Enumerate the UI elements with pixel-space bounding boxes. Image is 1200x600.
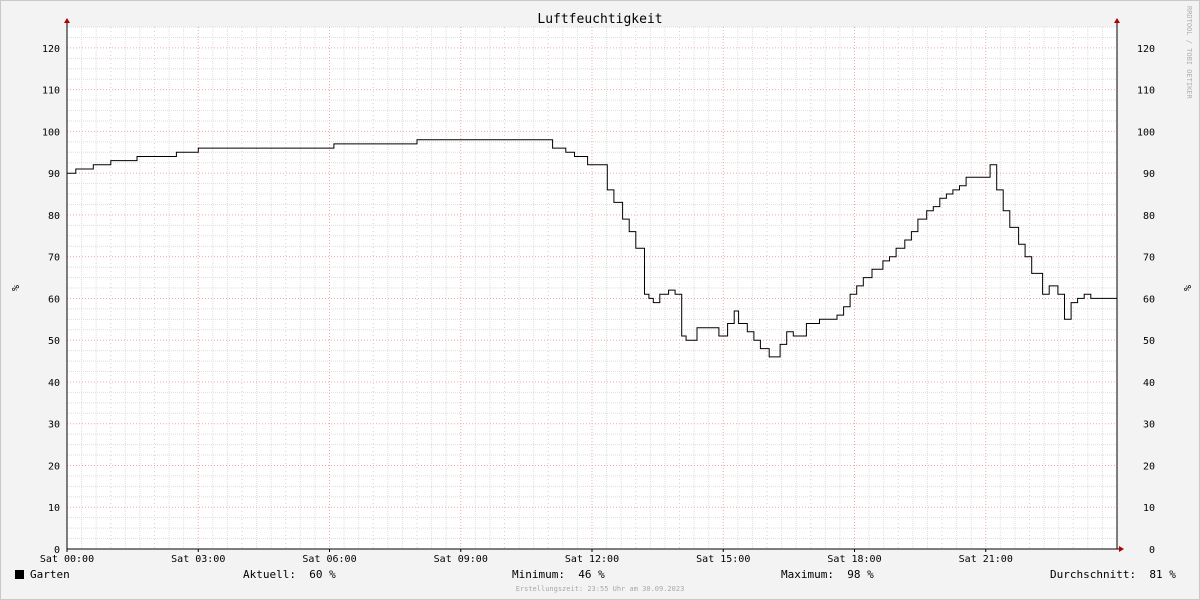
legend-average: Durchschnitt: 81 % — [1050, 568, 1176, 581]
y-tick-label: 120 — [1137, 44, 1155, 55]
y-tick-label: 110 — [1137, 86, 1155, 97]
y-tick-label: 40 — [1143, 378, 1155, 389]
humidity-chart: 0 10 20 30 40 50 60 70 80 90 100 110 120 0 10 20 30 40 50… — [9, 6, 1193, 565]
legend-max-label: Maximum: — [781, 568, 834, 581]
legend-current-value: 60 % — [309, 568, 336, 581]
legend-avg-label: Durchschnitt: — [1050, 568, 1137, 581]
y-tick-label: 90 — [1143, 169, 1155, 180]
y-tick-label: 110 — [42, 86, 60, 97]
x-tick-label: Sat 21:00 — [959, 554, 1013, 565]
y-tick-label: 20 — [1143, 461, 1155, 472]
y-tick-label: 50 — [48, 336, 60, 347]
chart-title: Luftfeuchtigkeit — [537, 12, 662, 27]
x-tick-label: Sat 06:00 — [302, 554, 356, 565]
y-tick-label: 70 — [48, 253, 60, 264]
y-tick-label: 100 — [1137, 127, 1155, 138]
y-axis-arrow-right — [1114, 18, 1120, 23]
legend-min-label: Minimum: — [512, 568, 565, 581]
rrdtool-credit: RRDTOOL / TOBI OETIKER — [1185, 6, 1193, 100]
y-tick-label: 70 — [1143, 253, 1155, 264]
y-tick-labels-left: 0102030405060708090100110120 — [42, 44, 60, 556]
y-tick-label: 10 — [48, 503, 60, 514]
x-axis-arrow — [1119, 546, 1124, 552]
y-tick-label: 80 — [1143, 211, 1155, 222]
creation-timestamp: Erstellungszeit: 23:55 Uhr am 30.09.2023 — [515, 585, 685, 593]
y-tick-label: 10 — [1143, 503, 1155, 514]
y-axis-arrow-left — [64, 18, 70, 23]
legend-minimum: Minimum: 46 % — [512, 568, 605, 581]
y-tick-label: 20 — [48, 461, 60, 472]
legend-swatch — [15, 570, 24, 579]
legend-min-value: 46 % — [578, 568, 605, 581]
y-tick-label: 0 — [1149, 545, 1155, 556]
x-tick-label: Sat 03:00 — [171, 554, 225, 565]
legend-current: Aktuell: 60 % — [243, 568, 336, 581]
y-axis-label-right: % — [1181, 285, 1192, 291]
y-tick-label: 60 — [48, 294, 60, 305]
legend-maximum: Maximum: 98 % — [781, 568, 874, 581]
y-tick-label: 30 — [1143, 420, 1155, 431]
x-tick-label: Sat 09:00 — [434, 554, 488, 565]
legend-series-label: Garten — [30, 568, 70, 581]
y-tick-labels-right: 0 10 20 30 40 50 60 70 80 90 100 110 120 — [1137, 44, 1155, 556]
y-tick-label: 90 — [48, 169, 60, 180]
x-tick-label: Sat 15:00 — [696, 554, 750, 565]
x-tick-labels: Sat 00:00 Sat 03:00 Sat 06:00 Sat 09:00 Sat … — [40, 554, 1013, 565]
y-tick-label: 100 — [42, 127, 60, 138]
y-tick-label: 60 — [1143, 294, 1155, 305]
y-tick-label: 40 — [48, 378, 60, 389]
y-axis-label-left: % — [9, 285, 20, 291]
legend-max-value: 98 % — [847, 568, 874, 581]
x-tick-label: Sat 12:00 — [565, 554, 619, 565]
legend-current-label: Aktuell: — [243, 568, 296, 581]
y-tick-label: 50 — [1143, 336, 1155, 347]
y-tick-label: 80 — [48, 211, 60, 222]
legend-avg-value: 81 % — [1149, 568, 1176, 581]
y-tick-label: 120 — [42, 44, 60, 55]
y-tick-label: 30 — [48, 420, 60, 431]
x-tick-label: Sat 00:00 — [40, 554, 94, 565]
x-tick-label: Sat 18:00 — [827, 554, 881, 565]
